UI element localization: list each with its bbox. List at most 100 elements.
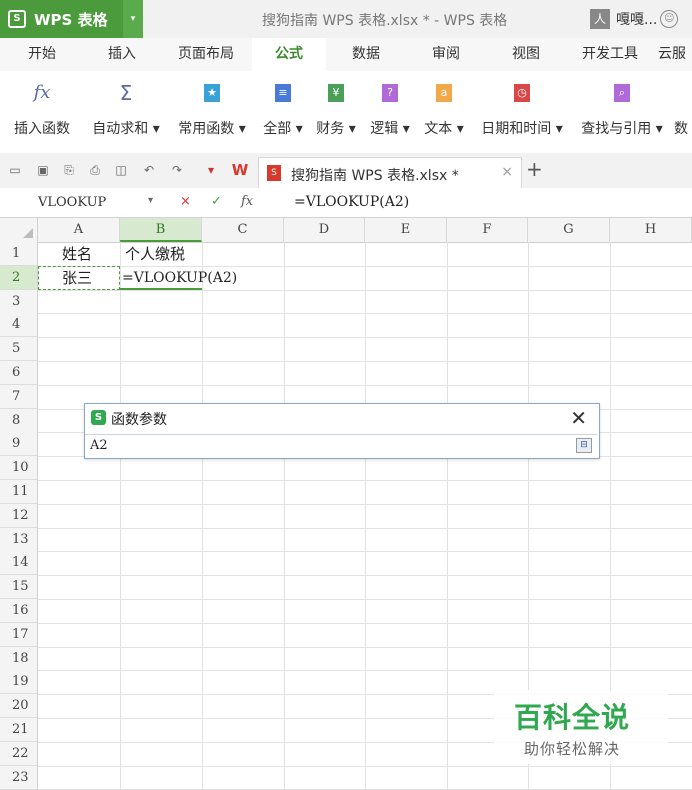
cancel-icon[interactable]: × — [180, 194, 191, 209]
redo-icon[interactable]: ↷ — [170, 161, 184, 179]
row-header[interactable]: 11 — [0, 480, 38, 504]
lookup-functions-button[interactable]: ⌕ 查找与引用 ▾ — [574, 71, 670, 153]
user-account[interactable]: 人 嘎嘎... ☺ — [590, 8, 679, 30]
math-functions-button[interactable]: 数 — [674, 71, 692, 153]
row-header[interactable]: 22 — [0, 741, 38, 766]
menu-bar: 开始 插入 页面布局 公式 数据 审阅 视图 开发工具 云服 — [0, 38, 692, 71]
insert-function-button[interactable]: fx 插入函数 — [6, 71, 78, 153]
logic-book-icon: ? — [382, 84, 398, 102]
row-header[interactable]: 19 — [0, 670, 38, 695]
row-header[interactable]: 10 — [0, 456, 38, 481]
row-header[interactable]: 3 — [0, 289, 38, 314]
text-functions-button[interactable]: a 文本 ▾ — [418, 71, 470, 153]
row-header[interactable]: 21 — [0, 718, 38, 742]
app-menu-button[interactable]: S WPS 表格 ▾ — [0, 0, 143, 38]
cell-b1[interactable]: 个人缴税 — [125, 243, 185, 266]
confirm-icon[interactable]: ✓ — [211, 194, 222, 209]
ribbon: fx 插入函数 Σ 自动求和 ▾ ★ 常用函数 ▾ ≡ 全部 ▾ ¥ 财务 ▾ … — [0, 71, 692, 154]
ribbon-label: 查找与引用 ▾ — [581, 121, 663, 137]
preview-icon[interactable]: ◫ — [114, 161, 128, 179]
user-name: 嘎嘎... — [616, 12, 658, 28]
tab-cloud[interactable]: 云服 — [658, 38, 692, 71]
row-header[interactable]: 23 — [0, 765, 38, 790]
row-header[interactable]: 14 — [0, 551, 38, 576]
row-header[interactable]: 4 — [0, 313, 38, 338]
document-tab[interactable]: S 搜狗指南 WPS 表格.xlsx * × — [258, 157, 522, 189]
row-header[interactable]: 6 — [0, 361, 38, 385]
column-gridline — [447, 242, 448, 790]
copy-marquee — [38, 266, 120, 290]
watermark-subtitle: 助你轻松解决 — [524, 740, 621, 758]
column-header[interactable]: C — [202, 218, 284, 242]
tab-review[interactable]: 审阅 — [414, 38, 478, 71]
column-header[interactable]: G — [528, 218, 610, 242]
formula-input[interactable]: =VLOOKUP(A2) — [294, 194, 409, 210]
print-icon[interactable]: ⎙ — [88, 161, 102, 179]
document-tab-label: 搜狗指南 WPS 表格.xlsx * — [291, 168, 459, 184]
column-header[interactable]: A — [38, 218, 120, 242]
save-icon[interactable]: ▣ — [36, 161, 50, 179]
column-header[interactable]: H — [610, 218, 692, 242]
text-book-icon: a — [436, 84, 452, 102]
wps-home-icon[interactable]: W — [230, 161, 250, 179]
close-tab-icon[interactable]: × — [501, 164, 513, 180]
ribbon-label: 常用函数 ▾ — [178, 121, 246, 137]
tab-formulas[interactable]: 公式 — [252, 38, 326, 71]
wps-logo-icon: S — [91, 410, 106, 425]
row-header[interactable]: 7 — [0, 384, 38, 409]
finance-functions-button[interactable]: ¥ 财务 ▾ — [310, 71, 362, 153]
ribbon-label: 自动求和 ▾ — [92, 121, 160, 137]
column-header[interactable]: E — [365, 218, 447, 242]
new-tab-icon[interactable]: + — [526, 159, 543, 179]
datetime-functions-button[interactable]: ◷ 日期和时间 ▾ — [474, 71, 570, 153]
tab-page-layout[interactable]: 页面布局 — [166, 38, 246, 71]
row-header[interactable]: 17 — [0, 622, 38, 647]
app-dropdown-icon[interactable]: ▾ — [123, 0, 143, 38]
active-cell-indicator — [119, 266, 202, 290]
avatar-icon: 人 — [590, 9, 610, 29]
autosum-button[interactable]: Σ 自动求和 ▾ — [86, 71, 166, 153]
column-gridline — [120, 242, 121, 790]
logic-functions-button[interactable]: ? 逻辑 ▾ — [364, 71, 416, 153]
open-icon[interactable]: ▭ — [8, 161, 22, 179]
customize-dropdown-icon[interactable]: ▾ — [204, 161, 218, 179]
row-header[interactable]: 12 — [0, 503, 38, 528]
column-gridline — [202, 242, 203, 790]
select-all-corner[interactable] — [0, 218, 38, 242]
ribbon-label: 插入函数 — [14, 121, 70, 137]
tab-insert[interactable]: 插入 — [90, 38, 154, 71]
column-header[interactable]: B — [120, 218, 202, 242]
name-box-dropdown-icon[interactable]: ▾ — [148, 195, 153, 206]
row-header[interactable]: 16 — [0, 599, 38, 623]
expand-dialog-icon[interactable]: ⊟ — [576, 438, 592, 453]
quick-access-toolbar: ▭ ▣ ⎘ ⎙ ◫ ↶ ↷ ▾ W S 搜狗指南 WPS 表格.xlsx * ×… — [0, 153, 692, 189]
fx-icon[interactable]: fx — [241, 194, 253, 209]
cell-a1[interactable]: 姓名 — [62, 243, 92, 266]
tab-start[interactable]: 开始 — [10, 38, 74, 71]
row-header[interactable]: 5 — [0, 337, 38, 362]
row-header[interactable]: 9 — [0, 432, 38, 457]
tab-developer[interactable]: 开发工具 — [570, 38, 650, 71]
export-icon[interactable]: ⎘ — [62, 161, 76, 179]
all-functions-button[interactable]: ≡ 全部 ▾ — [258, 71, 308, 153]
row-header[interactable]: 1 — [0, 242, 38, 266]
tab-data[interactable]: 数据 — [334, 38, 398, 71]
row-header[interactable]: 18 — [0, 646, 38, 671]
ribbon-label: 日期和时间 ▾ — [481, 121, 563, 137]
row-header[interactable]: 13 — [0, 527, 38, 552]
clock-book-icon: ◷ — [514, 84, 530, 102]
formula-bar: VLOOKUP ▾ × ✓ fx =VLOOKUP(A2) — [0, 188, 692, 218]
column-gridline — [284, 242, 285, 790]
row-header[interactable]: 15 — [0, 575, 38, 600]
name-box[interactable]: VLOOKUP — [38, 195, 106, 210]
undo-icon[interactable]: ↶ — [142, 161, 156, 179]
common-functions-button[interactable]: ★ 常用函数 ▾ — [172, 71, 252, 153]
close-icon[interactable]: ✕ — [570, 406, 587, 430]
column-header[interactable]: F — [447, 218, 528, 242]
column-header[interactable]: D — [284, 218, 365, 242]
row-header[interactable]: 20 — [0, 694, 38, 719]
row-header[interactable]: 8 — [0, 408, 38, 433]
tab-view[interactable]: 视图 — [494, 38, 558, 71]
argument-input[interactable]: A2 ⊟ — [85, 434, 597, 457]
row-header[interactable]: 2 — [0, 265, 38, 290]
